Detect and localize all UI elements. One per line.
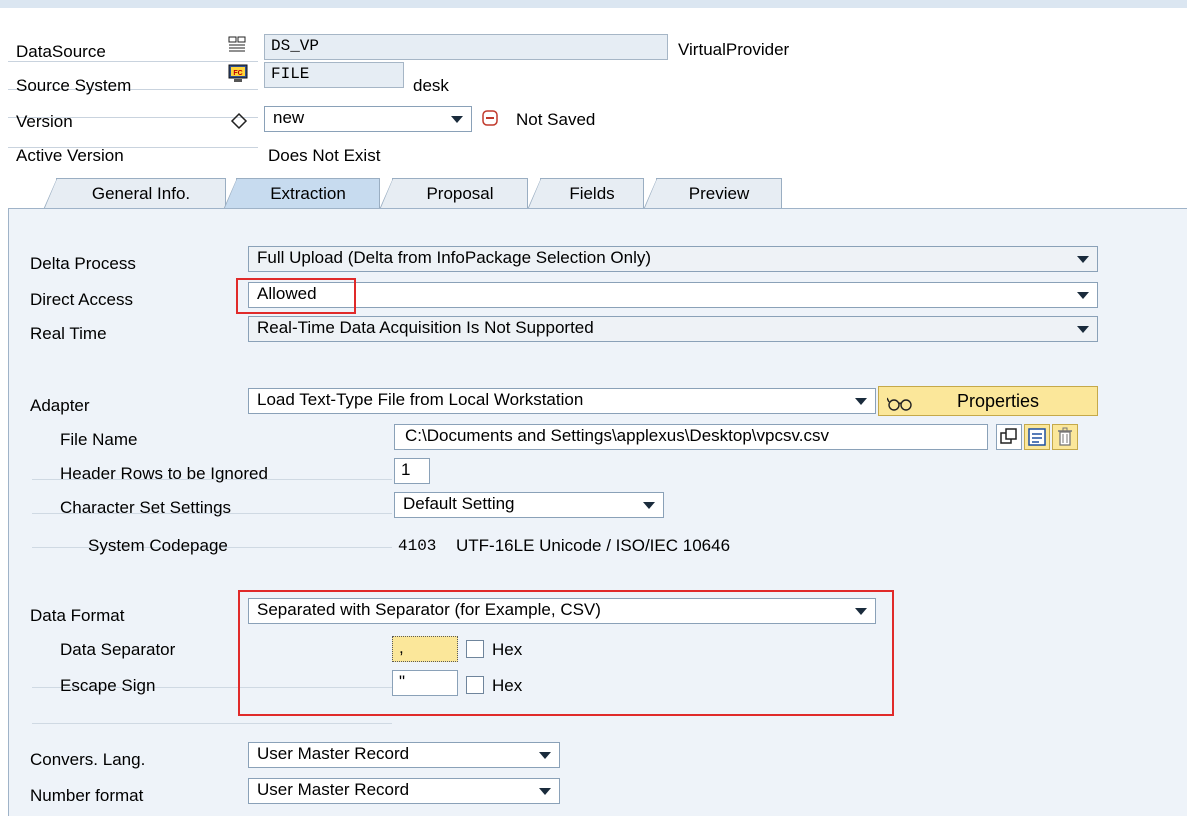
datasource-description: VirtualProvider [678, 40, 790, 59]
source-system-label: Source System [16, 76, 132, 95]
tab-label: Preview [688, 184, 750, 203]
number-format-label: Number format [30, 786, 144, 805]
file-browse-icon[interactable] [1024, 424, 1050, 450]
svg-text:FC: FC [233, 70, 242, 77]
convers-lang-dropdown[interactable]: User Master Record [248, 742, 560, 768]
source-system-description: desk [413, 76, 449, 95]
header-rows-label: Header Rows to be Ignored [60, 464, 268, 483]
file-name-label: File Name [60, 430, 138, 449]
datasource-type-icon [228, 36, 246, 54]
tab-label: Proposal [426, 184, 494, 203]
convers-lang-label: Convers. Lang. [30, 750, 146, 769]
chevron-down-icon [855, 398, 867, 405]
direct-access-label: Direct Access [30, 290, 133, 309]
codepage-code: 4103 [398, 537, 437, 555]
glasses-icon [886, 393, 913, 411]
diamond-icon [230, 112, 248, 130]
datasource-label: DataSource [16, 42, 106, 61]
adapter-dropdown[interactable]: Load Text-Type File from Local Workstati… [248, 388, 876, 414]
codepage-label: System Codepage [88, 536, 228, 555]
delta-process-label: Delta Process [30, 254, 136, 273]
not-saved-icon [482, 110, 498, 126]
adapter-value: Load Text-Type File from Local Workstati… [257, 390, 584, 409]
tab-label: Fields [569, 184, 615, 203]
real-time-label: Real Time [30, 324, 107, 343]
datasource-field[interactable]: DS_VP [264, 34, 668, 60]
active-version-value: Does Not Exist [268, 146, 381, 165]
delta-process-value: Full Upload (Delta from InfoPackage Sele… [257, 248, 652, 267]
active-version-label: Active Version [16, 146, 124, 165]
properties-button[interactable]: Properties [878, 386, 1098, 416]
escape-sign-label: Escape Sign [60, 676, 156, 695]
chevron-down-icon [1077, 256, 1089, 263]
version-value: new [273, 108, 305, 127]
adapter-label: Adapter [30, 396, 90, 415]
chevron-down-icon [539, 752, 551, 759]
chevron-down-icon [539, 788, 551, 795]
version-dropdown[interactable]: new [264, 106, 472, 132]
chevron-down-icon [1077, 326, 1089, 333]
direct-access-highlight [236, 278, 356, 314]
delta-process-dropdown[interactable]: Full Upload (Delta from InfoPackage Sele… [248, 246, 1098, 272]
number-format-dropdown[interactable]: User Master Record [248, 778, 560, 804]
version-status: Not Saved [516, 110, 596, 129]
version-label: Version [16, 112, 73, 131]
properties-button-label: Properties [957, 391, 1040, 411]
file-name-field[interactable]: C:\Documents and Settings\applexus\Deskt… [394, 424, 988, 450]
tab-proposal[interactable]: Proposal [379, 178, 528, 210]
real-time-dropdown[interactable]: Real-Time Data Acquisition Is Not Suppor… [248, 316, 1098, 342]
trash-icon[interactable] [1052, 424, 1078, 450]
charset-dropdown[interactable]: Default Setting [394, 492, 664, 518]
data-format-highlight [238, 590, 894, 716]
chevron-down-icon [643, 502, 655, 509]
direct-access-dropdown[interactable]: Allowed [248, 282, 1098, 308]
tab-label: General Info. [91, 184, 191, 203]
header-rows-field[interactable]: 1 [394, 458, 430, 484]
source-system-icon: FC [228, 64, 248, 84]
convers-lang-value: User Master Record [257, 744, 410, 763]
charset-label: Character Set Settings [60, 498, 232, 517]
tab-extraction[interactable]: Extraction [223, 178, 380, 210]
codepage-description: UTF-16LE Unicode / ISO/IEC 10646 [456, 536, 731, 555]
tab-label: Extraction [270, 184, 346, 203]
data-separator-label: Data Separator [60, 640, 176, 659]
chevron-down-icon [1077, 292, 1089, 299]
tab-preview[interactable]: Preview [643, 178, 782, 210]
tab-general-info[interactable]: General Info. [43, 178, 226, 210]
top-bar [0, 0, 1187, 8]
tab-fields[interactable]: Fields [527, 178, 644, 210]
number-format-value: User Master Record [257, 780, 410, 799]
charset-value: Default Setting [403, 494, 515, 513]
chevron-down-icon [451, 116, 463, 123]
source-system-field[interactable]: FILE [264, 62, 404, 88]
real-time-value: Real-Time Data Acquisition Is Not Suppor… [257, 318, 594, 337]
data-format-label: Data Format [30, 606, 125, 625]
copy-icon[interactable] [996, 424, 1022, 450]
